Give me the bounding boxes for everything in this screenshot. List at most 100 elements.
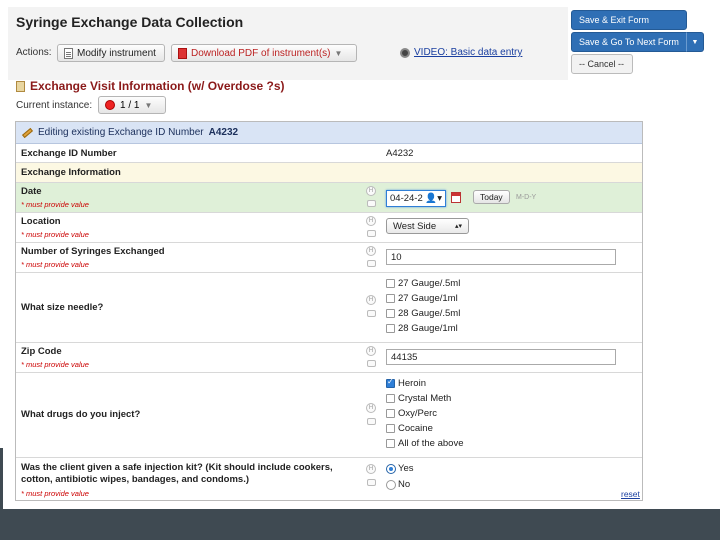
needle-label: What size needle?: [21, 302, 104, 313]
history-icon[interactable]: H: [366, 295, 376, 305]
drugs-label: What drugs do you inject?: [21, 409, 141, 420]
editing-id: A4232: [208, 127, 239, 138]
comment-icon[interactable]: [367, 360, 376, 367]
calendar-icon[interactable]: [451, 192, 461, 203]
save-exit-button[interactable]: Save & Exit Form: [571, 10, 687, 30]
data-entry-form: Editing existing Exchange ID Number A423…: [15, 121, 643, 501]
reset-link[interactable]: reset: [621, 489, 640, 499]
instance-value: 1 / 1: [120, 99, 140, 111]
drug-checkbox-3[interactable]: [386, 424, 395, 433]
drug-option-1: Crystal Meth: [398, 393, 452, 404]
required-note: * must provide value: [21, 360, 89, 369]
exchange-id-label: Exchange ID Number: [21, 148, 117, 159]
history-icon[interactable]: H: [366, 186, 376, 196]
download-pdf-label: Download PDF of instrument(s): [191, 47, 331, 59]
drug-option-4: All of the above: [398, 438, 464, 449]
required-note: * must provide value: [21, 260, 89, 269]
row-zip: Zip Code * must provide value H 44135: [16, 343, 642, 373]
kit-option-yes: Yes: [398, 463, 414, 474]
chevron-down-icon: ▼: [691, 38, 699, 46]
history-icon[interactable]: H: [366, 216, 376, 226]
bottom-bar: [0, 509, 720, 540]
save-options-dropdown[interactable]: ▼: [686, 32, 704, 52]
comment-icon[interactable]: [367, 260, 376, 267]
required-note: * must provide value: [21, 200, 89, 209]
pencil-icon: [22, 127, 33, 138]
history-icon[interactable]: H: [366, 346, 376, 356]
document-icon: [64, 47, 73, 59]
row-date: Date * must provide value H 04-24-2 👤▾ T…: [16, 183, 642, 213]
drug-checkbox-2[interactable]: [386, 409, 395, 418]
drug-checkbox-1[interactable]: [386, 394, 395, 403]
row-location: Location * must provide value H West Sid…: [16, 213, 642, 243]
exchange-information-header: Exchange Information: [21, 167, 121, 178]
zip-label: Zip Code: [21, 346, 62, 357]
cancel-button[interactable]: -- Cancel --: [571, 54, 633, 74]
video-link-label: VIDEO: Basic data entry: [414, 47, 523, 58]
comment-icon[interactable]: [367, 310, 376, 317]
history-icon[interactable]: H: [366, 246, 376, 256]
location-select[interactable]: West Side ▴▾: [386, 218, 469, 234]
editing-banner: Editing existing Exchange ID Number A423…: [16, 122, 642, 144]
left-edge-strip: [0, 448, 3, 509]
chevron-down-icon: ▼: [144, 100, 153, 110]
modify-instrument-label: Modify instrument: [77, 47, 156, 59]
today-button[interactable]: Today: [473, 190, 510, 204]
row-needle: What size needle? H 27 Gauge/.5ml 27 Gau…: [16, 273, 642, 343]
syringes-input[interactable]: 10: [386, 249, 616, 265]
row-exchange-information: Exchange Information: [16, 163, 642, 183]
required-note: * must provide value: [21, 230, 89, 239]
drug-checkbox-0[interactable]: [386, 377, 395, 388]
instance-selector[interactable]: 1 / 1 ▼: [98, 96, 166, 114]
section-title: Exchange Visit Information (w/ Overdose …: [16, 79, 285, 93]
history-icon[interactable]: H: [366, 464, 376, 474]
kit-radio-no[interactable]: [386, 480, 396, 490]
kit-label: Was the client given a safe injection ki…: [21, 462, 333, 485]
video-link[interactable]: VIDEO: Basic data entry: [400, 47, 522, 58]
pdf-icon: [178, 47, 187, 59]
drug-checkbox-4[interactable]: [386, 439, 395, 448]
instance-label: Current instance:: [16, 100, 93, 111]
row-syringes: Number of Syringes Exchanged * must prov…: [16, 243, 642, 273]
kit-radio-yes[interactable]: [386, 464, 396, 474]
needle-option-0: 27 Gauge/.5ml: [398, 278, 461, 289]
editing-text: Editing existing Exchange ID Number: [38, 127, 204, 138]
comment-icon[interactable]: [367, 230, 376, 237]
download-pdf-button[interactable]: Download PDF of instrument(s) ▼: [171, 44, 357, 62]
save-next-button[interactable]: Save & Go To Next Form: [571, 32, 687, 52]
comment-icon[interactable]: [367, 200, 376, 207]
row-kit: Was the client given a safe injection ki…: [16, 458, 642, 500]
chevron-down-icon: ▼: [334, 48, 343, 58]
date-label: Date: [21, 186, 42, 197]
syringes-label: Number of Syringes Exchanged: [21, 246, 165, 257]
date-format-hint: M-D-Y: [516, 194, 537, 201]
actions-label: Actions:: [16, 47, 52, 58]
needle-checkbox-3[interactable]: [386, 324, 395, 333]
drug-option-0: Heroin: [398, 378, 426, 389]
screen: Syringe Exchange Data Collection Actions…: [0, 0, 720, 540]
history-icon[interactable]: H: [366, 403, 376, 413]
comment-icon[interactable]: [367, 479, 376, 486]
needle-checkbox-2[interactable]: [386, 309, 395, 318]
drug-option-3: Cocaine: [398, 423, 433, 434]
needle-option-1: 27 Gauge/1ml: [398, 293, 458, 304]
row-exchange-id: Exchange ID Number A4232: [16, 144, 642, 163]
date-value: 04-24-2: [390, 193, 423, 204]
form-icon: [16, 80, 25, 92]
needle-checkbox-1[interactable]: [386, 294, 395, 303]
location-label: Location: [21, 216, 61, 227]
drug-option-2: Oxy/Perc: [398, 408, 438, 419]
zip-input[interactable]: 44135: [386, 349, 616, 365]
status-red-icon: [105, 100, 115, 110]
modify-instrument-button[interactable]: Modify instrument: [57, 44, 165, 62]
date-input[interactable]: 04-24-2 👤▾: [386, 190, 446, 207]
needle-option-3: 28 Gauge/1ml: [398, 323, 458, 334]
required-note: * must provide value: [21, 489, 89, 498]
person-icon: 👤▾: [425, 193, 442, 204]
section-title-text: Exchange Visit Information (w/ Overdose …: [30, 79, 285, 93]
film-reel-icon: [400, 47, 410, 58]
kit-option-no: No: [398, 479, 411, 490]
needle-checkbox-0[interactable]: [386, 279, 395, 288]
comment-icon[interactable]: [367, 418, 376, 425]
needle-option-2: 28 Gauge/.5ml: [398, 308, 461, 319]
